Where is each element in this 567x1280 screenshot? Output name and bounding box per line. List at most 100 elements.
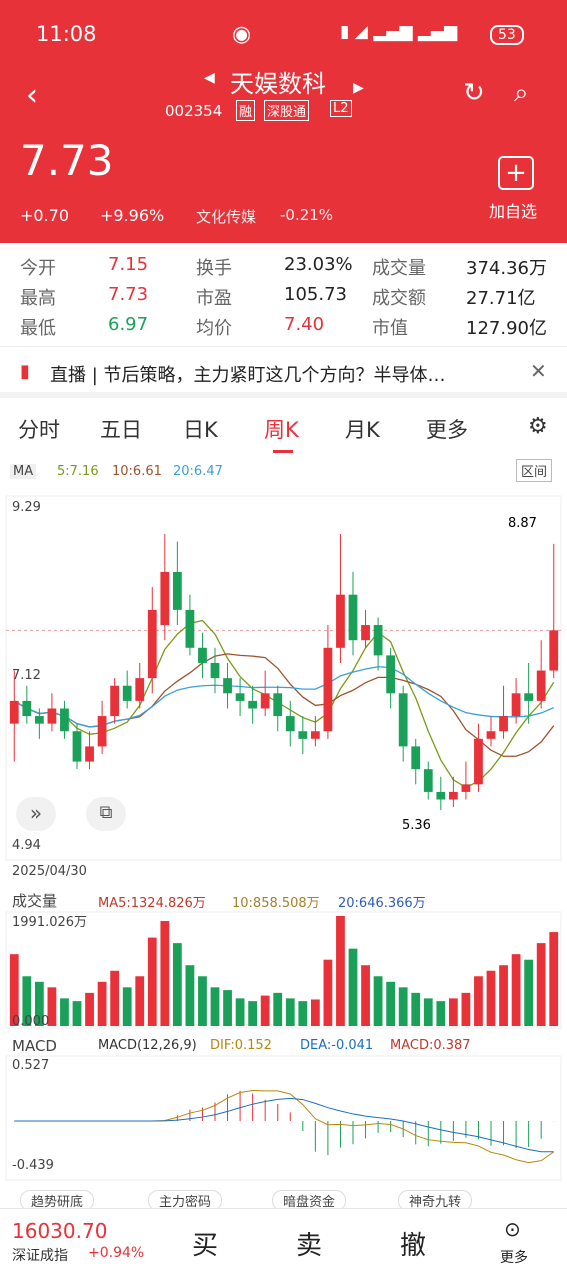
more-label[interactable]: 更多: [500, 1247, 528, 1267]
macd-bottom: -0.439: [12, 1158, 54, 1173]
sell-button[interactable]: 卖: [296, 1225, 322, 1262]
price-change: +0.70: [20, 206, 70, 225]
tag-connect: 深股通: [264, 100, 310, 121]
add-icon[interactable]: +: [498, 156, 534, 190]
tab-weekly[interactable]: 周K: [264, 414, 299, 444]
candle-body: [361, 625, 370, 641]
candle-body: [423, 769, 433, 792]
current-price: 7.73: [20, 136, 114, 185]
vol-ma5: MA5:1324.826万: [98, 896, 206, 911]
bottom-bar: 16030.70 深证成指 +0.94% 买 卖 撤 ⊙ 更多: [0, 1208, 567, 1280]
macd-top: 0.527: [12, 1058, 50, 1073]
active-tab-indicator: [273, 450, 293, 453]
ma10-line: [13, 653, 555, 757]
volume-bar: [235, 998, 245, 1026]
candle-body: [298, 731, 308, 739]
expand-icon[interactable]: »: [16, 797, 56, 831]
tab-more[interactable]: 更多: [426, 414, 468, 444]
close-icon[interactable]: ✕: [530, 359, 547, 383]
candle-body: [198, 647, 207, 663]
stat-value: 7.40: [284, 314, 325, 335]
more-icon[interactable]: ⊙: [504, 1217, 521, 1241]
candle-body: [135, 678, 145, 701]
stat-label: 最高: [20, 288, 56, 309]
ma10-value: 10:6.61: [112, 464, 162, 479]
volume-bar: [448, 998, 458, 1026]
tab-5day[interactable]: 五日: [100, 414, 142, 444]
next-stock-icon[interactable]: ▶: [353, 80, 364, 96]
status-icons: ▮ ◢ ▂▄▆ ▂▄▆: [340, 22, 458, 42]
tag-l2: L2: [330, 100, 352, 117]
back-icon[interactable]: ‹: [26, 78, 38, 113]
candle-body: [210, 662, 220, 679]
tab-intraday[interactable]: 分时: [18, 414, 60, 444]
status-time: 11:08: [36, 22, 97, 46]
stat-label: 成交量: [372, 258, 426, 279]
shortcut-trend[interactable]: 趋势研底: [20, 1190, 95, 1208]
sector-name[interactable]: 文化传媒: [196, 206, 256, 227]
buy-button[interactable]: 买: [192, 1225, 218, 1262]
refresh-icon[interactable]: ↻: [463, 78, 485, 108]
stat-label: 最低: [20, 318, 56, 339]
index-pct: +0.94%: [88, 1245, 145, 1261]
volume-bar: [85, 992, 94, 1026]
volume-bar: [461, 992, 471, 1026]
candle-body: [323, 647, 333, 732]
volume-bar: [135, 976, 145, 1026]
candle-body: [336, 594, 345, 648]
macd-label[interactable]: MACD: [12, 1037, 57, 1055]
candle-body: [72, 731, 82, 762]
stat-label: 今开: [20, 258, 56, 279]
shortcut-dark-pool[interactable]: 暗盘资金: [272, 1190, 347, 1208]
candle-body: [47, 708, 57, 724]
shortcut-main-force[interactable]: 主力密码: [148, 1190, 223, 1208]
candle-body: [448, 791, 458, 800]
candle-body: [273, 693, 283, 717]
macd-dea: DEA:-0.041: [300, 1038, 374, 1053]
news-text: 直播 | 节后策略，主力紧盯这几个方向？半导体…: [50, 365, 446, 386]
news-bar[interactable]: ▮ 直播 | 节后策略，主力紧盯这几个方向？半导体… ✕: [0, 346, 567, 398]
fullscreen-icon[interactable]: ⧉: [86, 797, 126, 831]
search-icon[interactable]: ⌕: [514, 78, 529, 109]
stock-code: 002354: [165, 102, 223, 120]
volume-bar: [260, 995, 270, 1026]
dif-line: [14, 1089, 555, 1164]
tab-monthly[interactable]: 月K: [345, 414, 380, 444]
vol-max-label: 1991.026万: [12, 915, 88, 930]
volume-bar: [398, 987, 408, 1026]
add-watch-label[interactable]: 加自选: [489, 198, 537, 222]
stat-value: 6.97: [108, 314, 149, 335]
kchart-high-label: 9.29: [12, 500, 41, 515]
volume-bar: [147, 937, 157, 1026]
range-button[interactable]: 区间: [516, 459, 553, 482]
volume-bar: [511, 954, 521, 1026]
kline-chart[interactable]: [0, 486, 567, 1186]
stat-value: 374.36万: [466, 258, 547, 279]
index-value[interactable]: 16030.70: [12, 1219, 107, 1243]
cancel-button[interactable]: 撤: [400, 1225, 426, 1262]
volume-bar: [336, 916, 345, 1026]
sector-pct[interactable]: -0.21%: [280, 206, 333, 224]
candle-body: [110, 685, 120, 717]
volume-bar: [97, 981, 107, 1026]
battery-icon: 53: [490, 25, 524, 45]
candle-body: [411, 746, 421, 770]
volume-bar: [348, 948, 358, 1026]
shortcut-nine[interactable]: 神奇九转: [398, 1190, 473, 1208]
volume-bar: [323, 959, 333, 1026]
index-name[interactable]: 深证成指: [12, 1245, 68, 1265]
stat-value: 23.03%: [284, 254, 353, 275]
tag-margin: 融: [236, 100, 256, 121]
candle-body: [348, 594, 358, 641]
volume-bar: [411, 992, 421, 1026]
volume-bar: [122, 987, 132, 1026]
volume-label[interactable]: 成交量: [12, 890, 57, 911]
prev-stock-icon[interactable]: ◀: [204, 70, 215, 86]
vol-ma10: 10:858.508万: [232, 896, 320, 911]
candle-body: [97, 716, 107, 747]
settings-icon[interactable]: ⚙: [528, 414, 548, 439]
candle-body: [9, 700, 19, 724]
tab-daily[interactable]: 日K: [183, 414, 218, 444]
candle-body: [147, 609, 157, 679]
ma-label[interactable]: MA: [10, 464, 37, 479]
